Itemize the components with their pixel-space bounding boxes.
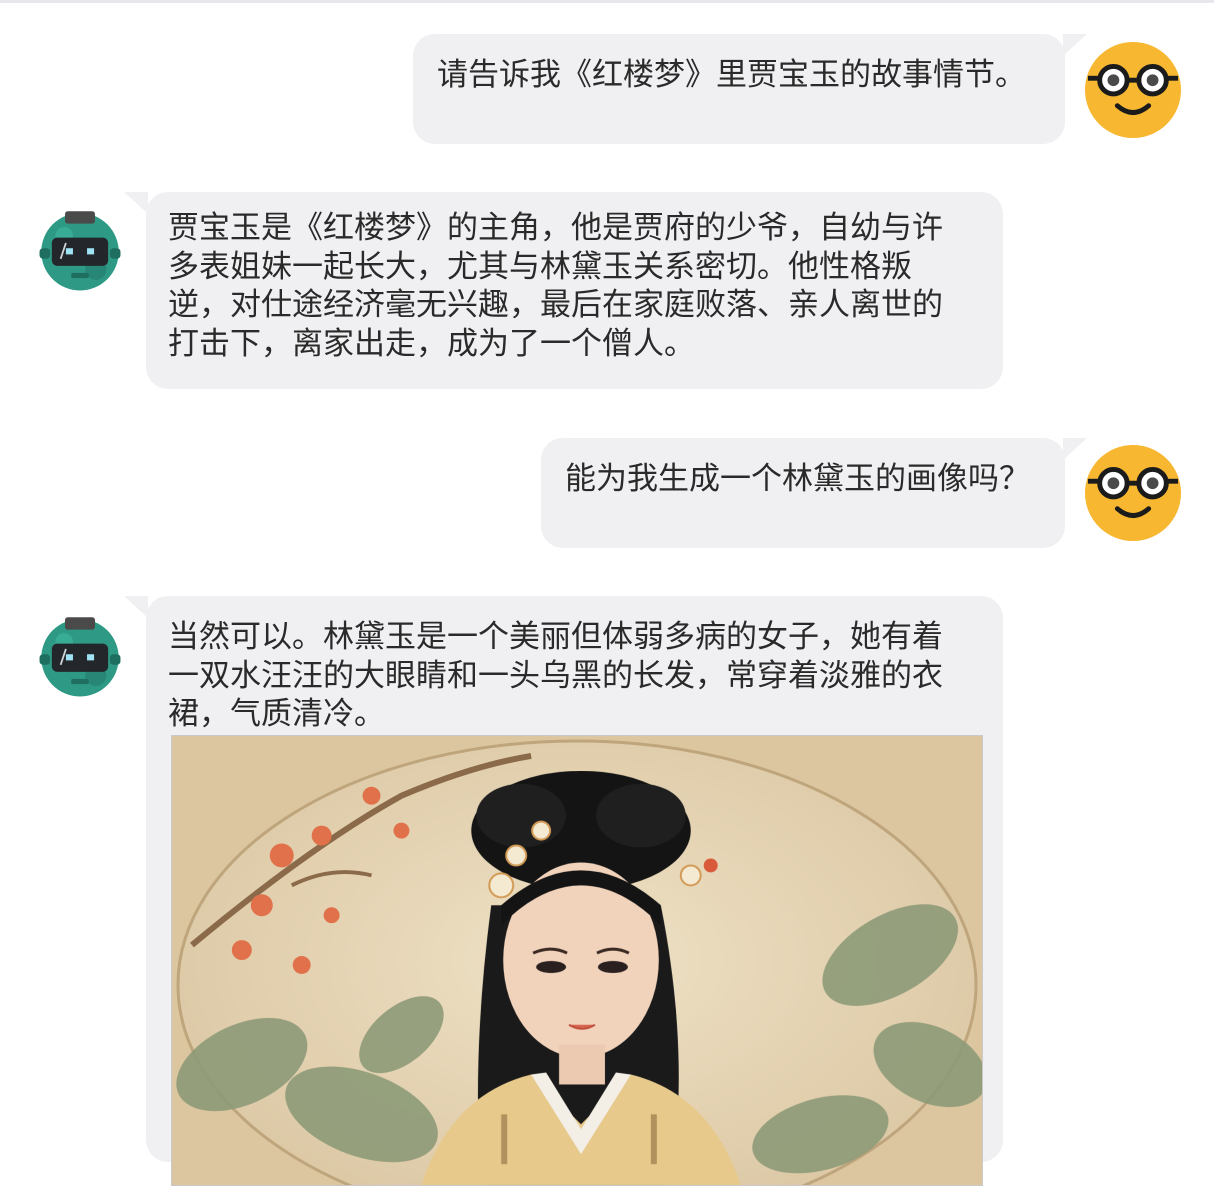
user-message-text: 能为我生成一个林黛玉的画像吗？ xyxy=(565,461,1030,497)
assistant-message-bubble: 贾宝玉是《红楼梦》的主角，他是贾府的少爷，自幼与许 多表姐妹一起长大，尤其与林黛… xyxy=(124,192,1003,389)
bubble-tail xyxy=(124,596,148,618)
assistant-message-text: 当然可以。林黛玉是一个美丽但体弱多病的女子，她有着 一双水汪汪的大眼睛和一头乌黑… xyxy=(168,619,943,732)
assistant-message-text: 贾宝玉是《红楼梦》的主角，他是贾府的少爷，自幼与许 多表姐妹一起长大，尤其与林黛… xyxy=(168,210,943,362)
user-message-text: 请告诉我《红楼梦》里贾宝玉的故事情节。 xyxy=(437,57,1026,93)
user-avatar-icon[interactable] xyxy=(1084,444,1182,542)
assistant-avatar-icon[interactable] xyxy=(36,206,124,294)
assistant-avatar-icon[interactable] xyxy=(36,612,124,700)
bubble-tail xyxy=(124,192,148,214)
user-avatar-icon[interactable] xyxy=(1084,41,1182,139)
user-message-bubble: 请告诉我《红楼梦》里贾宝玉的故事情节。 xyxy=(413,34,1087,144)
top-divider xyxy=(0,0,1214,3)
user-message-bubble: 能为我生成一个林黛玉的画像吗？ xyxy=(541,438,1087,548)
generated-portrait-image[interactable] xyxy=(171,735,983,1186)
